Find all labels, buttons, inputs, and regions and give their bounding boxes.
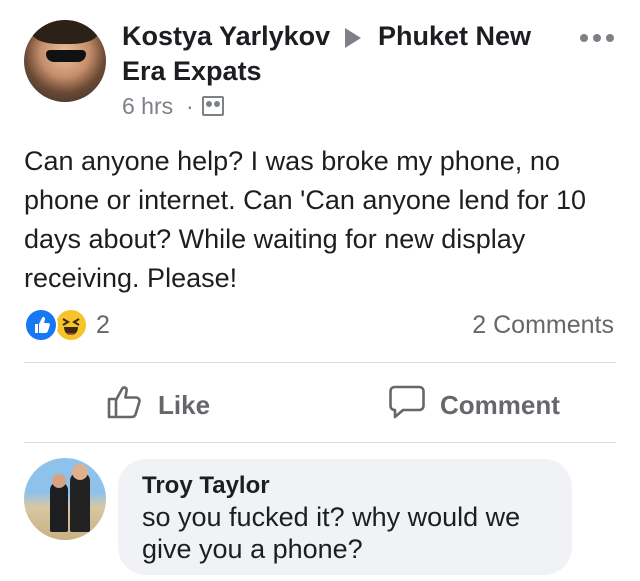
group-icon-person [214, 101, 220, 107]
thumbs-up-icon [106, 384, 144, 427]
more-options-icon[interactable] [580, 34, 614, 42]
avatar-sunglasses [46, 50, 86, 62]
separator-dot: · [186, 93, 194, 119]
comment-button[interactable]: Comment [388, 384, 560, 427]
avatar-person-head [52, 474, 66, 488]
comment-label: Comment [440, 390, 560, 420]
commenter-avatar[interactable] [24, 458, 106, 540]
haha-reaction-icon[interactable] [54, 308, 88, 342]
group-name-continued[interactable]: Era Expats [122, 55, 262, 87]
post-body-text: Can anyone help? I was broke my phone, n… [24, 146, 587, 293]
divider [24, 442, 616, 443]
group-name[interactable]: Phuket New [378, 20, 531, 52]
comments-count[interactable]: 2 Comments [472, 310, 614, 340]
group-icon-person [206, 101, 212, 107]
reaction-count[interactable]: 2 [96, 310, 110, 340]
avatar-hair [32, 20, 98, 44]
dot [606, 34, 614, 42]
post-timestamp[interactable]: 6 hrs [122, 92, 173, 120]
author-name[interactable]: Kostya Yarlykov [122, 20, 330, 52]
like-label: Like [158, 390, 211, 420]
group-icon [202, 96, 224, 116]
comment-author[interactable]: Troy Taylor [142, 471, 270, 501]
avatar-person-head [72, 464, 88, 480]
dot [580, 34, 588, 42]
author-avatar[interactable] [24, 20, 106, 102]
divider [24, 362, 616, 363]
avatar-person [70, 472, 90, 532]
like-button[interactable]: Like [106, 384, 210, 427]
like-reaction-icon[interactable] [24, 308, 58, 342]
comment-text: so you fucked it? why would we give you … [142, 502, 521, 564]
dot [593, 34, 601, 42]
comment-bubble-icon [388, 384, 426, 427]
arrow-right-icon [345, 28, 361, 48]
comment-bubble: Troy Taylor so you fucked it? why would … [118, 459, 572, 575]
avatar-person [50, 482, 68, 532]
